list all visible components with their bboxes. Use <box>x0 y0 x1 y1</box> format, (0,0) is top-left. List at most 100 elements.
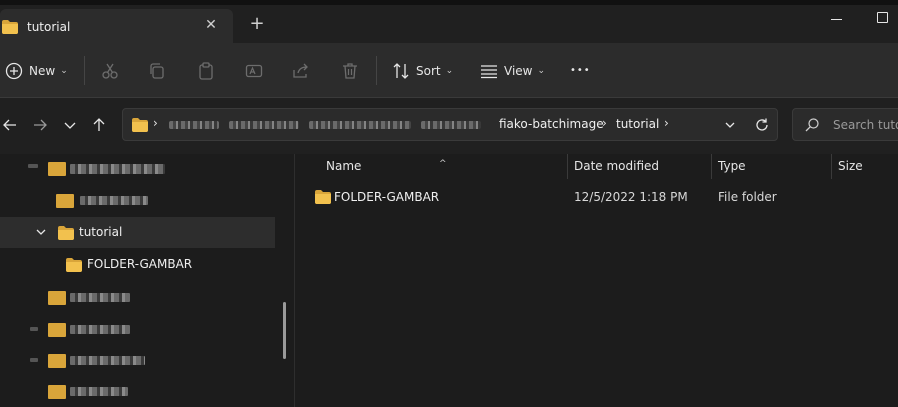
redacted-breadcrumb <box>421 121 481 129</box>
navigation-pane: tutorial FOLDER-GAMBAR <box>0 154 295 407</box>
folder-icon <box>48 385 66 399</box>
minimize-button[interactable] <box>830 12 844 26</box>
new-button[interactable]: New ⌄ <box>5 43 68 98</box>
copy-icon <box>150 62 164 79</box>
tree-item-label: tutorial <box>79 225 123 239</box>
tree-item-tutorial[interactable]: tutorial <box>0 217 275 248</box>
file-row[interactable]: FOLDER-GAMBAR 12/5/2022 1:18 PM File fol… <box>296 185 898 209</box>
column-divider[interactable] <box>567 154 568 179</box>
command-bar: New ⌄ Sort ⌄ View ⌄ ••• <box>0 43 898 98</box>
search-box[interactable]: Search tutor <box>792 108 898 141</box>
refresh-icon[interactable] <box>754 117 770 133</box>
share-icon <box>293 63 308 78</box>
chevron-down-icon[interactable] <box>35 226 47 238</box>
folder-icon <box>132 118 148 132</box>
more-icon: ••• <box>570 65 591 76</box>
arrow-right-icon <box>34 119 47 131</box>
chevron-down-icon[interactable] <box>723 118 737 132</box>
up-button[interactable] <box>89 115 109 135</box>
folder-icon <box>48 162 66 176</box>
delete-button[interactable] <box>341 43 359 98</box>
sort-label: Sort <box>416 63 441 78</box>
column-size[interactable]: Size <box>838 159 863 173</box>
top-strip <box>0 0 898 5</box>
new-tab-button[interactable]: + <box>248 15 266 34</box>
breadcrumb-tutorial[interactable]: tutorial <box>616 117 659 131</box>
tree-item-folder-gambar[interactable]: FOLDER-GAMBAR <box>0 249 275 280</box>
redacted-label <box>70 387 128 396</box>
navigation-row: › fiako-batchimage › tutorial › Search t… <box>0 98 898 154</box>
search-icon <box>805 118 819 132</box>
file-date-modified: 12/5/2022 1:18 PM <box>574 190 688 204</box>
back-button[interactable] <box>0 115 20 135</box>
chevron-down-icon: ⌄ <box>445 65 454 76</box>
chevron-down-icon <box>64 122 76 129</box>
more-options-button[interactable]: ••• <box>570 43 591 98</box>
column-divider[interactable] <box>711 154 712 179</box>
add-circle-icon <box>5 62 23 79</box>
folder-icon <box>56 194 74 208</box>
share-button[interactable] <box>292 43 310 98</box>
breadcrumb-fiako-batchimage[interactable]: fiako-batchimage <box>499 117 604 131</box>
tab-tutorial[interactable]: tutorial ✕ <box>0 9 233 43</box>
cut-icon <box>102 63 118 79</box>
rename-button[interactable] <box>245 43 263 98</box>
divider <box>84 56 85 85</box>
forward-button[interactable] <box>30 115 50 135</box>
recent-locations-button[interactable] <box>60 115 80 135</box>
maximize-button[interactable] <box>877 12 888 23</box>
copy-button[interactable] <box>148 43 166 98</box>
tree-item-redacted[interactable] <box>0 282 275 313</box>
file-name: FOLDER-GAMBAR <box>334 190 440 204</box>
delete-icon <box>343 62 357 79</box>
sort-icon <box>393 62 409 79</box>
arrow-up-icon <box>93 118 105 131</box>
column-name[interactable]: Name <box>326 159 361 173</box>
column-date-modified[interactable]: Date modified <box>574 159 659 173</box>
tree-item-redacted[interactable] <box>0 154 275 185</box>
search-placeholder: Search tutor <box>833 118 898 132</box>
redacted-label <box>80 196 148 205</box>
redacted-breadcrumb <box>229 121 299 129</box>
breadcrumb-separator: › <box>602 116 607 130</box>
breadcrumb-separator: › <box>664 116 669 130</box>
breadcrumb-separator: › <box>153 116 158 130</box>
column-header-row: ^ Name Date modified Type Size <box>296 154 898 186</box>
folder-icon <box>58 226 74 240</box>
close-tab-icon[interactable]: ✕ <box>202 16 220 34</box>
new-label: New <box>29 63 56 78</box>
tree-item-redacted[interactable] <box>0 345 275 376</box>
redacted-label <box>70 325 130 334</box>
file-list: ^ Name Date modified Type Size FOLDER-GA… <box>296 154 898 407</box>
view-button[interactable]: View ⌄ <box>480 43 545 98</box>
arrow-left-icon <box>3 119 16 131</box>
paste-icon <box>199 61 213 80</box>
column-divider[interactable] <box>831 154 832 179</box>
redacted-chevron <box>30 358 38 362</box>
folder-icon <box>48 323 66 337</box>
tree-item-label: FOLDER-GAMBAR <box>87 257 193 271</box>
cut-button[interactable] <box>101 43 119 98</box>
chevron-down-icon: ⌄ <box>60 65 68 76</box>
view-label: View <box>504 63 533 78</box>
folder-icon <box>48 291 66 305</box>
rename-icon <box>245 64 263 77</box>
redacted-breadcrumb <box>169 121 219 129</box>
paste-button[interactable] <box>197 43 215 98</box>
folder-icon <box>2 20 18 34</box>
sort-button[interactable]: Sort ⌄ <box>392 43 453 98</box>
tree-item-redacted[interactable] <box>0 376 275 407</box>
view-list-icon <box>481 64 497 78</box>
column-type[interactable]: Type <box>718 159 746 173</box>
nav-pane-scrollbar[interactable] <box>283 302 286 359</box>
redacted-chevron <box>28 164 38 168</box>
redacted-chevron <box>30 327 38 331</box>
chevron-down-icon: ⌄ <box>537 65 546 76</box>
address-bar[interactable]: › fiako-batchimage › tutorial › <box>122 108 778 141</box>
redacted-label <box>70 293 130 302</box>
redacted-label <box>70 356 145 365</box>
folder-icon <box>315 190 331 204</box>
tab-title: tutorial <box>27 20 71 34</box>
tree-item-redacted[interactable] <box>0 185 275 216</box>
tree-item-redacted[interactable] <box>0 314 275 345</box>
